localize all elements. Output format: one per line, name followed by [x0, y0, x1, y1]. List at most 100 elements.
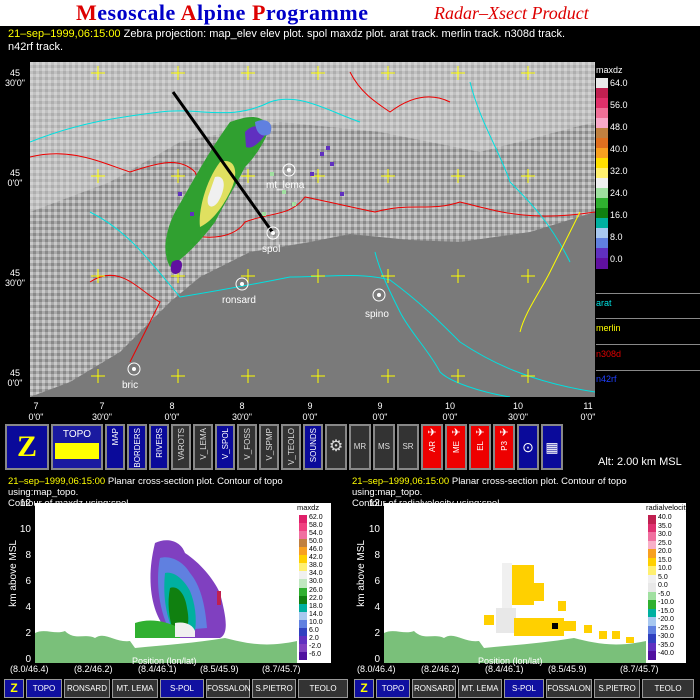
colorbar-label: 34.0 [309, 570, 323, 578]
right-cross-section-plot[interactable] [384, 503, 646, 663]
sounds-button[interactable]: SOUNDS [303, 424, 323, 470]
map-button[interactable]: MAP [105, 424, 125, 470]
aircraft-me-button[interactable]: ✈ ME [445, 424, 467, 470]
colorbar-swatch [596, 168, 608, 179]
teolo-button[interactable]: TEOLO [298, 679, 348, 698]
teolo-button[interactable]: TEOLO [642, 679, 694, 698]
colorbar-label: 10.0 [309, 618, 323, 626]
lon-label: 7 0'0" [28, 401, 44, 422]
colorbar-label: 0.0 [658, 582, 668, 590]
colorbar-strip [596, 78, 608, 269]
colorbar-swatch [596, 158, 608, 169]
track-arat[interactable]: arat [596, 298, 612, 308]
zebra-small-button[interactable]: Z [4, 679, 24, 698]
colorbar-label: 0.0 [610, 254, 623, 264]
v-spmp-button[interactable]: V_SPMP [259, 424, 279, 470]
gear-icon[interactable]: ⚙ [325, 424, 347, 470]
zebra-logo-button[interactable]: Z [5, 424, 49, 470]
track-n308d[interactable]: n308d [596, 349, 621, 359]
colorbar-swatch [596, 188, 608, 199]
y-tick: 6 [25, 576, 31, 587]
track-merlin[interactable]: merlin [596, 323, 621, 333]
colorbar-swatch [596, 88, 608, 99]
y-tick: 10 [368, 524, 380, 535]
colorbar-label: 24.0 [610, 188, 628, 198]
colorbar-swatch [596, 78, 608, 89]
colorbar-label: 54.0 [309, 530, 323, 538]
y-tick: 4 [374, 602, 380, 613]
colorbar-label: 18.0 [309, 602, 323, 610]
colorbar-label: 32.0 [610, 166, 628, 176]
mt-lema-button[interactable]: MT. LEMA [458, 679, 502, 698]
banner: Mesoscale Alpine Programme Radar–Xsect P… [0, 0, 700, 26]
topo-small-button[interactable]: TOPO [376, 679, 410, 698]
colorbar-swatch [596, 258, 608, 269]
header-date: 21–sep–1999,06:15:00 [8, 28, 121, 40]
altitude-readout: Alt: 2.00 km MSL [598, 456, 682, 468]
aircraft-ar-button[interactable]: ✈ AR [421, 424, 443, 470]
topo-button[interactable]: TOPO [51, 424, 103, 470]
mt-lema-button[interactable]: MT. LEMA [112, 679, 158, 698]
y-tick: 12 [368, 498, 380, 509]
lat-label: 45 30'0" [5, 68, 25, 88]
banner-subtitle: Radar–Xsect Product [434, 3, 589, 23]
y-tick: 8 [25, 550, 31, 561]
v-foss-button[interactable]: V_FOSS [237, 424, 257, 470]
x-tick: (8.0/46.4) [10, 664, 49, 674]
rivers-button[interactable]: RIVERS [149, 424, 169, 470]
colorbar-label: 15.0 [658, 556, 672, 564]
v-lema-button[interactable]: V_LEMA [193, 424, 213, 470]
lat-label: 45 30'0" [5, 268, 25, 288]
colorbar-swatch [596, 138, 608, 149]
ms-button[interactable]: MS [373, 424, 395, 470]
ronsard-button[interactable]: RONSARD [64, 679, 110, 698]
aircraft-p3-button[interactable]: ✈ P3 [493, 424, 515, 470]
header-line2: n42rf track. [8, 41, 64, 53]
lon-label: 11 0'0" [580, 401, 596, 422]
v-spol-button[interactable]: V_SPOL [215, 424, 235, 470]
colorbar-swatch [596, 218, 608, 229]
map-header: 21–sep–1999,06:15:00 Zebra projection: m… [8, 28, 698, 54]
banner-title: Mesoscale Alpine Programme [76, 0, 369, 25]
sr-button[interactable]: SR [397, 424, 419, 470]
radar-map[interactable]: mt_lema spol ronsard spino bric [30, 62, 595, 397]
colorbar-label: 50.0 [309, 538, 323, 546]
s-pol-button[interactable]: S-POL [504, 679, 544, 698]
target-icon[interactable]: ⊙ [517, 424, 539, 470]
varots-button[interactable]: VAROTS [171, 424, 191, 470]
colorbar-swatch [596, 228, 608, 239]
x-tick: (8.7/45.7) [262, 664, 301, 674]
colorbar-label: 58.0 [309, 522, 323, 530]
colorbar-label: 26.0 [309, 586, 323, 594]
x-tick: (8.5/45.9) [200, 664, 239, 674]
y-tick: 4 [25, 602, 31, 613]
colorbar-swatch [596, 118, 608, 129]
colorbar-swatch [596, 198, 608, 209]
v-teolo-button[interactable]: V_TEOLO [281, 424, 301, 470]
borders-button[interactable]: BORDERS [127, 424, 147, 470]
ronsard-button[interactable]: RONSARD [412, 679, 456, 698]
topo-small-button[interactable]: TOPO [26, 679, 62, 698]
s-pietro-button[interactable]: S.PIETRO [594, 679, 640, 698]
colorbar-label: 25.0 [658, 539, 672, 547]
aircraft-el-button[interactable]: ✈ EL [469, 424, 491, 470]
fossalon-button[interactable]: FOSSALON [546, 679, 592, 698]
s-pietro-button[interactable]: S.PIETRO [252, 679, 296, 698]
left-cross-section-plot[interactable] [35, 503, 297, 663]
zebra-small-button[interactable]: Z [354, 679, 374, 698]
colorbar-label: -2.0 [309, 642, 322, 650]
colorbar-label: -40.0 [658, 650, 674, 658]
colorbar-label: 42.0 [309, 554, 323, 562]
colorbar-swatch [596, 238, 608, 249]
s-pol-button[interactable]: S-POL [160, 679, 204, 698]
y-tick: 6 [374, 576, 380, 587]
station-label: spol [262, 244, 281, 255]
mr-button[interactable]: MR [349, 424, 371, 470]
fossalon-button[interactable]: FOSSALON [206, 679, 251, 698]
colorbar-label: -35.0 [658, 641, 674, 649]
lon-label: 9 0'0" [302, 401, 318, 422]
colorbar-swatch [596, 178, 608, 189]
grid-icon[interactable]: ▦ [541, 424, 563, 470]
track-n42rf[interactable]: n42rf [596, 374, 617, 384]
colorbar-label: 22.0 [309, 594, 323, 602]
